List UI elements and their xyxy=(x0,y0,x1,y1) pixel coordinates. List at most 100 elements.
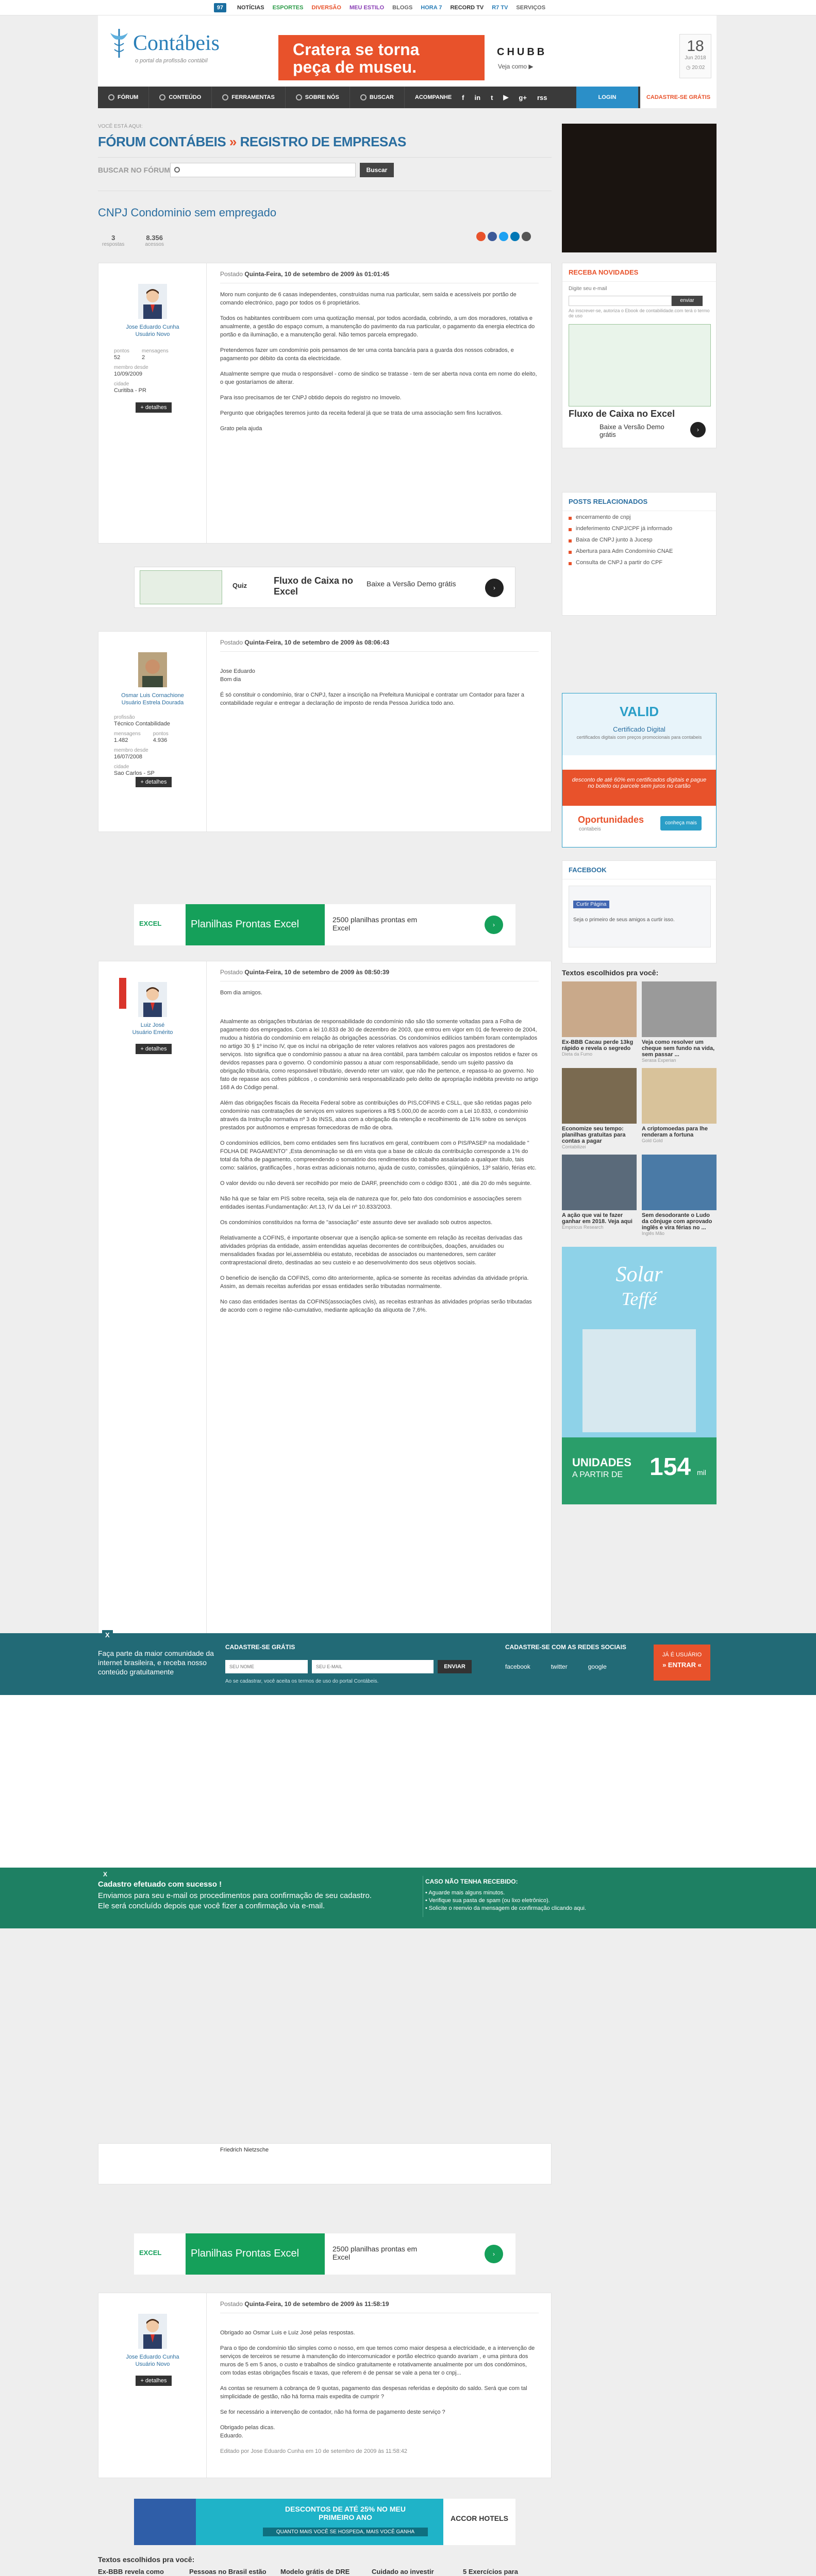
inline-ad[interactable]: Quiz Fluxo de Caixa no Excel Baixe a Ver… xyxy=(134,567,515,608)
signup-email-input[interactable] xyxy=(312,1660,434,1673)
chevron-right-icon[interactable]: › xyxy=(485,916,503,934)
avatar[interactable] xyxy=(138,2314,167,2349)
facebook-signup[interactable]: facebook xyxy=(505,1663,530,1670)
twitter-icon[interactable]: t xyxy=(491,94,493,101)
register-button[interactable]: CADASTRE-SE GRÁTIS xyxy=(640,87,717,108)
forum-search-button[interactable]: Buscar xyxy=(360,163,394,177)
portal-link[interactable]: MEU ESTILO xyxy=(349,5,384,11)
portal-link[interactable]: RECORD TV xyxy=(450,5,484,11)
recommended-card[interactable]: Sem desodorante o Ludo da cônjuge com ap… xyxy=(642,1155,717,1236)
portal-link[interactable]: SERVIÇOS xyxy=(516,5,545,11)
header-banner-ad[interactable]: Cratera se torna peça de museu. CHUBB Ve… xyxy=(278,35,572,80)
related-item[interactable]: Consulta de CNPJ a partir do CPF xyxy=(569,560,710,566)
linkedin-icon[interactable]: in xyxy=(475,94,481,101)
newsletter-email-input[interactable] xyxy=(569,296,672,306)
portal-link[interactable]: HORA 7 xyxy=(421,5,442,11)
related-item[interactable]: Abertura para Adm Condomínio CNAE xyxy=(569,548,710,554)
close-icon[interactable]: X xyxy=(102,1630,113,1640)
forum-title-part2[interactable]: REGISTRO DE EMPRESAS xyxy=(240,134,407,149)
chevron-right-icon[interactable]: › xyxy=(485,579,504,597)
forum-title-part1[interactable]: FÓRUM CONTÁBEIS xyxy=(98,134,226,149)
rank-badge xyxy=(119,978,126,1009)
details-button[interactable]: + detalhes xyxy=(136,2376,172,2386)
google-signup[interactable]: google xyxy=(588,1663,607,1670)
inline-ad[interactable]: EXCEL Planilhas Prontas Excel 2500 plani… xyxy=(134,2233,515,2275)
sidebar-ad-title[interactable]: Fluxo de Caixa no Excel xyxy=(569,409,675,419)
facebook-like-button[interactable]: Curtir Página xyxy=(573,901,610,908)
recommended-card[interactable]: Economize seu tempo: planilhas gratuitas… xyxy=(562,1068,637,1149)
recommended-card[interactable]: A ação que vai te fazer ganhar em 2018. … xyxy=(562,1155,637,1236)
r7-logo[interactable]: 97 xyxy=(214,3,226,12)
ad-brand: Quiz xyxy=(232,582,247,589)
avatar[interactable] xyxy=(138,652,167,687)
resend-link[interactable]: • Solicite o reenvio da mensagem de conf… xyxy=(425,1905,586,1912)
google-plus-icon[interactable]: g+ xyxy=(519,94,527,101)
details-button[interactable]: + detalhes xyxy=(136,402,172,413)
ad-brand-box: CHUBB Veja como ▶ xyxy=(485,35,572,80)
author-name[interactable]: Osmar Luis Cornachione xyxy=(98,692,207,699)
recommended-card[interactable]: Cuidado ao investir xyxy=(372,2567,457,2575)
ad-brand: ACCOR HOTELS xyxy=(443,2499,515,2545)
inline-ad-accor[interactable]: DESCONTOS DE ATÉ 25% NO MEU PRIMEIRO ANO… xyxy=(134,2499,515,2545)
details-button[interactable]: + detalhes xyxy=(136,777,172,787)
recommended-card[interactable]: Veja como resolver um cheque sem fundo n… xyxy=(642,981,717,1063)
oportunidades-button[interactable]: conheça mais xyxy=(660,816,702,831)
inline-ad[interactable]: EXCEL Planilhas Prontas Excel 2500 plani… xyxy=(134,904,515,945)
portal-link[interactable]: BLOGS xyxy=(392,5,412,11)
chevron-right-icon[interactable]: › xyxy=(485,2245,503,2263)
twitter-signup[interactable]: twitter xyxy=(551,1663,568,1670)
recommended-card[interactable]: A criptomoedas para lhe renderam a fortu… xyxy=(642,1068,717,1149)
avatar[interactable] xyxy=(138,982,167,1017)
recommended-card[interactable]: Ex-BBB Cacau perde 13kg rápido e revela … xyxy=(562,981,637,1063)
share-facebook-icon[interactable] xyxy=(488,232,497,241)
newsletter-submit-button[interactable]: enviar xyxy=(672,296,703,306)
recommended-card[interactable]: 5 Exercícios para xyxy=(463,2567,548,2575)
nav-ferramentas[interactable]: FERRAMENTAS xyxy=(212,87,286,108)
portal-link[interactable]: NOTÍCIAS xyxy=(237,5,264,11)
nav-conteudo[interactable]: CONTEÚDO xyxy=(149,87,212,108)
login-cta[interactable]: JÁ É USUÁRIO » ENTRAR « xyxy=(654,1645,710,1681)
chevron-right-icon[interactable]: › xyxy=(690,422,706,437)
facebook-icon[interactable]: f xyxy=(462,94,464,101)
share-email-icon[interactable] xyxy=(522,232,531,241)
portal-links: NOTÍCIAS ESPORTES DIVERSÃO MEU ESTILO BLOGS H… xyxy=(237,5,545,11)
author-name[interactable]: Luiz José xyxy=(98,1022,207,1028)
share-linkedin-icon[interactable] xyxy=(510,232,520,241)
rss-icon[interactable]: rss xyxy=(537,94,547,101)
sidebar-ad-screenshot[interactable] xyxy=(569,324,711,406)
close-icon[interactable]: X xyxy=(103,1871,107,1878)
author-name[interactable]: Jose Eduardo Cunha xyxy=(98,2354,207,2360)
recommended-title: Textos escolhidos pra você: xyxy=(562,969,659,977)
related-posts-box: POSTS RELACIONADOS encerramento de cnpj … xyxy=(562,492,717,616)
recommended-card[interactable]: Pessoas no Brasil estão xyxy=(189,2567,274,2575)
nav-buscar[interactable]: BUSCAR xyxy=(350,87,405,108)
nav-sobre[interactable]: SOBRE NÓS xyxy=(286,87,350,108)
author-name[interactable]: Jose Eduardo Cunha xyxy=(98,324,207,330)
facebook-widget[interactable]: Curtir Página Seja o primeiro de seus am… xyxy=(569,886,711,947)
related-item[interactable]: indeferimento CNPJ/CPF já informado xyxy=(569,526,710,532)
related-item[interactable]: Baixa de CNPJ junto à Jucesp xyxy=(569,537,710,543)
portal-link[interactable]: R7 TV xyxy=(492,5,508,11)
login-button[interactable]: LOGIN xyxy=(576,87,638,108)
share-gplus-icon[interactable] xyxy=(476,232,486,241)
share-twitter-icon[interactable] xyxy=(499,232,508,241)
avatar[interactable] xyxy=(138,284,167,319)
forum-post: Osmar Luis Cornachione Usuário Estrela D… xyxy=(98,631,552,832)
solar-teffe-ad[interactable]: Solar Teffé UNIDADES A PARTIR DE 154 mil xyxy=(562,1247,717,1504)
youtube-icon[interactable]: ▶ xyxy=(503,93,508,101)
recommended-card[interactable]: Ex-BBB revela como xyxy=(98,2567,183,2575)
details-button[interactable]: + detalhes xyxy=(136,1044,172,1054)
signup-submit-button[interactable]: ENVIAR xyxy=(438,1660,472,1673)
forum-search-input[interactable] xyxy=(170,163,356,177)
ad-cta[interactable]: Veja como ▶ xyxy=(498,63,534,70)
valid-ad[interactable]: VALID Certificado Digital certificados d… xyxy=(562,693,717,848)
related-item[interactable]: encerramento de cnpj xyxy=(569,514,710,520)
replies-count: 3 xyxy=(111,234,115,242)
signup-name-input[interactable] xyxy=(225,1660,308,1673)
portal-link[interactable]: DIVERSÃO xyxy=(311,5,341,11)
nav-forum[interactable]: FÓRUM xyxy=(98,87,149,108)
portal-link[interactable]: ESPORTES xyxy=(273,5,304,11)
sidebar-ad-dark[interactable] xyxy=(562,124,717,252)
recommended-card[interactable]: Modelo grátis de DRE xyxy=(280,2567,365,2575)
topic-title: CNPJ Condominio sem empregado xyxy=(98,206,277,219)
